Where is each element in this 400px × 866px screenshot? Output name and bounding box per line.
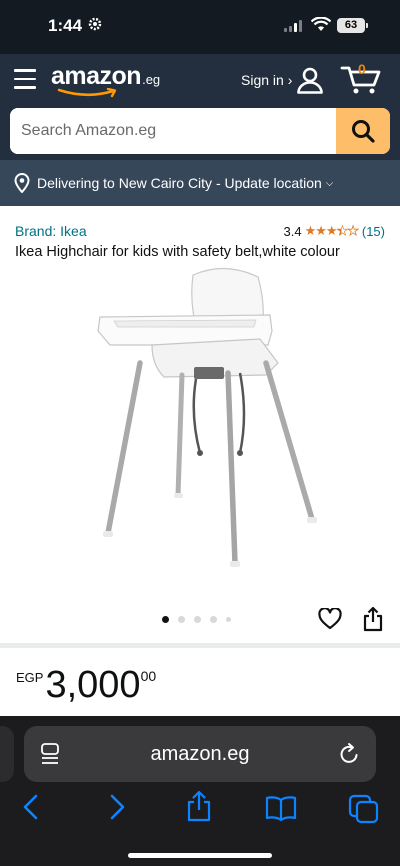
pager-dot[interactable] xyxy=(178,616,185,623)
brand-link[interactable]: Brand: Ikea xyxy=(15,223,87,239)
logo-wordmark: amazon xyxy=(51,62,142,90)
home-indicator xyxy=(128,853,272,858)
section-divider xyxy=(0,643,400,648)
rating[interactable]: 3.4 ★★★★★ (15) xyxy=(284,223,385,239)
signal-icon xyxy=(284,20,302,32)
cart-button[interactable]: 0 xyxy=(340,61,382,96)
amazon-logo[interactable]: amazon.eg xyxy=(51,62,161,98)
share-sheet-icon[interactable] xyxy=(186,790,212,827)
pager-dot[interactable] xyxy=(162,616,169,623)
search-bar xyxy=(10,108,390,154)
delivery-location-bar[interactable]: Delivering to New Cairo City - Update lo… xyxy=(0,160,400,206)
heart-icon[interactable] xyxy=(318,607,342,635)
share-icon[interactable] xyxy=(362,606,384,637)
reload-icon[interactable] xyxy=(339,742,361,771)
tabs-icon[interactable] xyxy=(348,794,380,829)
price-currency: EGP xyxy=(16,670,44,685)
price-whole: 3,000 xyxy=(45,664,141,706)
battery-indicator: 63 xyxy=(337,18,368,33)
pager-dot[interactable] xyxy=(210,616,217,623)
status-time: 1:44 xyxy=(48,16,83,35)
search-input[interactable] xyxy=(10,108,336,154)
gear-icon xyxy=(88,17,102,34)
back-icon[interactable] xyxy=(21,794,41,825)
amazon-header: amazon.eg Sign in › 0 xyxy=(0,54,400,160)
smile-icon xyxy=(57,88,117,98)
logo-tld: .eg xyxy=(142,72,161,87)
location-pin-icon xyxy=(14,173,30,193)
bookmarks-icon[interactable] xyxy=(265,795,297,826)
address-bar[interactable]: amazon.eg xyxy=(24,726,376,782)
star-rating-icon: ★★★★★ xyxy=(304,223,360,239)
product-title: Ikea Highchair for kids with safety belt… xyxy=(15,244,340,260)
cart-count: 0 xyxy=(358,61,366,77)
price-fraction: 00 xyxy=(140,668,157,684)
forward-icon[interactable] xyxy=(107,794,127,825)
rating-value: 3.4 xyxy=(283,223,302,239)
search-button[interactable] xyxy=(336,108,390,154)
previous-tab-edge[interactable] xyxy=(0,726,14,782)
wifi-icon xyxy=(310,16,332,37)
product-image[interactable] xyxy=(90,265,330,585)
sign-in-link[interactable]: Sign in › xyxy=(241,72,292,88)
browser-bottom-bar: amazon.eg xyxy=(0,716,400,866)
user-icon[interactable] xyxy=(296,66,324,99)
url-text: amazon.eg xyxy=(150,743,250,765)
image-pager[interactable] xyxy=(162,616,231,623)
pager-dot[interactable] xyxy=(194,616,201,623)
brand-rating-row: Brand: Ikea 3.4 ★★★★★ (15) xyxy=(15,223,385,239)
status-bar: 1:44 63 xyxy=(0,0,400,54)
search-icon xyxy=(352,120,375,143)
price: EGP 3,000 00 xyxy=(16,664,156,706)
chevron-down-icon: ⌵ xyxy=(325,177,334,189)
delivery-text: Delivering to New Cairo City - Update lo… xyxy=(37,175,322,191)
hamburger-icon[interactable] xyxy=(14,69,36,89)
rating-count: (15) xyxy=(361,223,385,239)
pager-dot[interactable] xyxy=(226,617,231,622)
